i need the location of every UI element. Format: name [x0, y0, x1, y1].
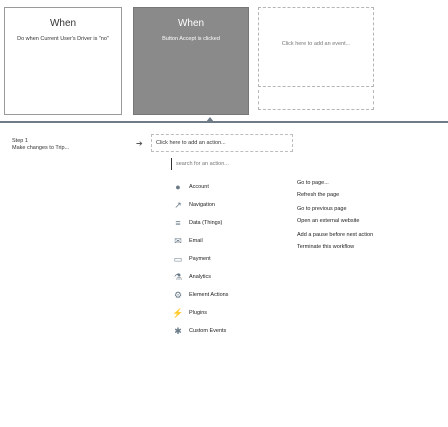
workflow-editor: When Do when Current User's Driver is "n…: [0, 0, 448, 427]
menu-item-plugins[interactable]: ⚡ Plugins: [167, 304, 277, 322]
submenu-item-add-pause[interactable]: Add a pause before next action: [297, 232, 437, 244]
account-icon: ●: [175, 182, 181, 192]
event-description: Do when Current User's Driver is "no": [17, 36, 109, 42]
menu-item-label: Payment: [189, 256, 211, 262]
analytics-icon: ⚗: [173, 271, 183, 282]
event-card-2[interactable]: When Button Accept is clicked: [133, 7, 249, 115]
step-label[interactable]: Step 1 Make changes to Trip...: [12, 138, 69, 152]
menu-item-analytics[interactable]: ⚗ Analytics: [167, 268, 277, 286]
event-card-1[interactable]: When Do when Current User's Driver is "n…: [4, 7, 122, 115]
horizontal-scrollbar[interactable]: [0, 121, 448, 123]
navigation-icon: ↗: [174, 199, 182, 210]
custom-events-icon: ✱: [174, 325, 182, 336]
menu-item-label: Element Actions: [189, 292, 229, 298]
event-title: When: [49, 18, 77, 29]
navigation-submenu: Go to page... Refresh the page Go to pre…: [297, 180, 437, 256]
menu-item-email[interactable]: ✉ Email: [167, 232, 277, 250]
scroll-arrow-icon[interactable]: [206, 117, 214, 122]
menu-item-label: Account: [189, 184, 209, 190]
menu-item-label: Analytics: [189, 274, 212, 280]
event-description: Button Accept is clicked: [162, 36, 220, 42]
add-event-text: Click here to add an event...: [281, 41, 351, 47]
action-search-input[interactable]: [171, 158, 291, 170]
menu-item-label: Navigation: [189, 202, 215, 208]
menu-item-custom-events[interactable]: ✱ Custom Events: [167, 322, 277, 340]
menu-item-label: Data (Things): [189, 220, 223, 226]
menu-item-element-actions[interactable]: ⚙ Element Actions: [167, 286, 277, 304]
arrow-right-icon: ➔: [136, 139, 143, 148]
add-event-slot[interactable]: Click here to add an event...: [258, 7, 374, 87]
submenu-item-refresh-page[interactable]: Refresh the page: [297, 192, 437, 206]
add-event-slot-extension: [258, 90, 374, 110]
step-number: Step 1: [12, 138, 28, 144]
menu-item-payment[interactable]: ▭ Payment: [167, 250, 277, 268]
menu-item-label: Email: [189, 238, 203, 244]
menu-item-data[interactable]: ≡ Data (Things): [167, 214, 277, 232]
submenu-item-external-website[interactable]: Open an external website: [297, 218, 437, 232]
step-name: Make changes to Trip...: [12, 145, 70, 151]
submenu-item-terminate-workflow[interactable]: Terminate this workflow: [297, 244, 437, 256]
menu-item-navigation[interactable]: ↗ Navigation: [167, 196, 277, 214]
plugins-icon: ⚡: [172, 307, 184, 318]
submenu-item-go-to-page[interactable]: Go to page...: [297, 180, 437, 192]
menu-item-label: Custom Events: [189, 328, 227, 334]
action-category-menu: ● Account ↗ Navigation ≡ Data (Things) ✉…: [167, 178, 277, 340]
add-action-slot[interactable]: Click here to add an action...: [151, 134, 293, 152]
menu-item-label: Plugins: [189, 310, 208, 316]
submenu-item-previous-page[interactable]: Go to previous page: [297, 206, 437, 218]
menu-item-account[interactable]: ● Account: [167, 178, 277, 196]
payment-icon: ▭: [173, 253, 183, 264]
email-icon: ✉: [174, 235, 182, 246]
element-actions-icon: ⚙: [173, 289, 183, 300]
event-title: When: [177, 18, 205, 29]
data-icon: ≡: [175, 218, 181, 228]
